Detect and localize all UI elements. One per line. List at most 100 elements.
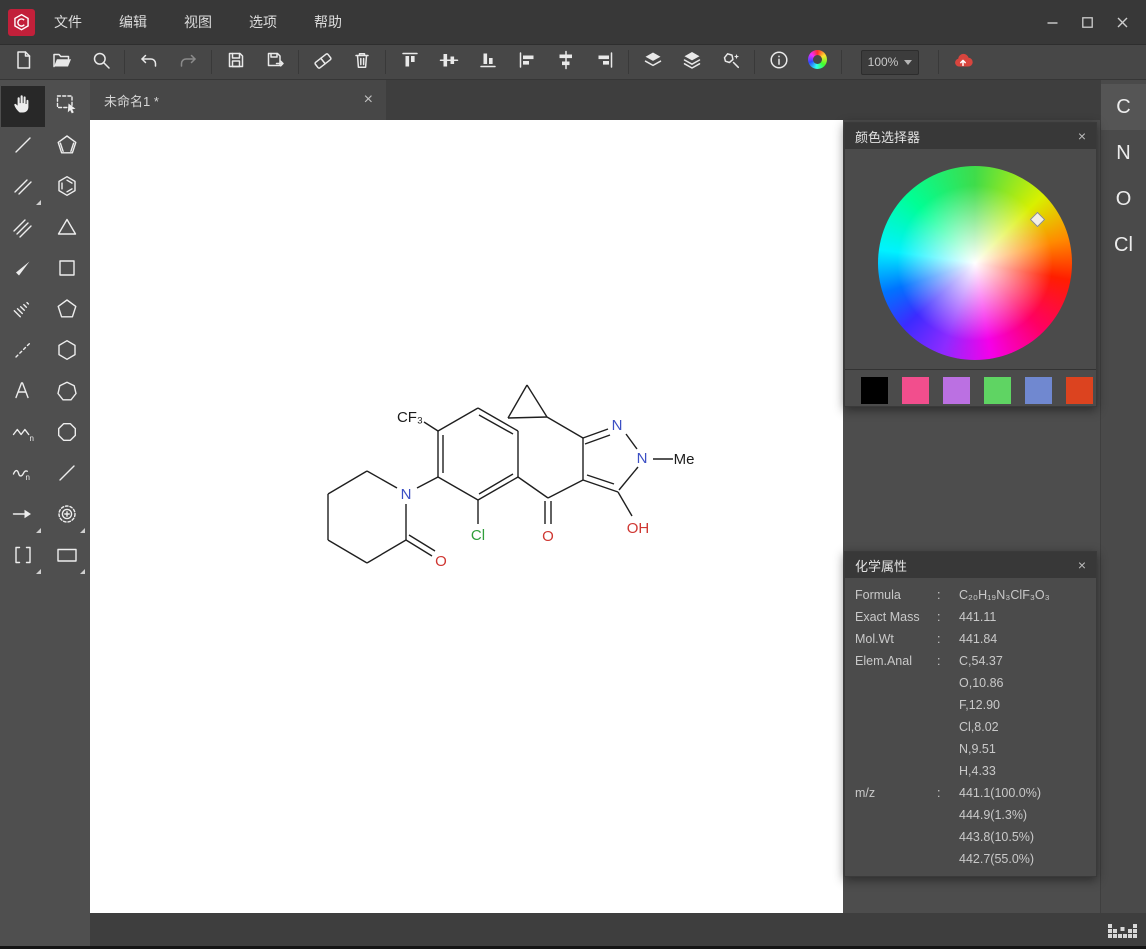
bracket-tool[interactable] (1, 537, 45, 578)
wedge-bond-tool[interactable] (1, 250, 45, 291)
polymer-tool[interactable]: n (1, 455, 45, 496)
bond[interactable] (409, 535, 435, 551)
molecule-structure[interactable]: CF₃NOClONNMeOH (90, 120, 843, 913)
cyclohexane-ring-tool[interactable] (45, 332, 89, 373)
tab-untitled-document[interactable]: 未命名1 * × (90, 80, 386, 120)
element-carbon-button[interactable]: C (1101, 84, 1146, 130)
clean-structure-button[interactable] (711, 47, 750, 77)
bond[interactable] (417, 477, 438, 488)
delete-button[interactable] (342, 47, 381, 77)
bond[interactable] (478, 477, 518, 500)
single-bond-tool[interactable] (1, 127, 45, 168)
chemical-properties-close-icon[interactable]: × (1078, 558, 1086, 572)
atom-label[interactable]: O (435, 553, 447, 570)
save-as-button[interactable] (255, 47, 294, 77)
align-left-button[interactable] (507, 47, 546, 77)
bond[interactable] (424, 422, 438, 431)
bond[interactable] (479, 474, 513, 494)
swatch-blue[interactable] (1025, 377, 1052, 404)
eraser-button[interactable] (303, 47, 342, 77)
tab-close-icon[interactable]: × (364, 92, 373, 108)
chemical-properties-header[interactable]: 化学属性 × (845, 552, 1096, 578)
zoom-level-select[interactable]: 100% (861, 50, 919, 75)
cyclooctane-ring-tool[interactable] (45, 414, 89, 455)
bond[interactable] (367, 540, 406, 563)
align-middle-button[interactable] (429, 47, 468, 77)
zoom-search-button[interactable] (81, 47, 120, 77)
swatch-green[interactable] (984, 377, 1011, 404)
minimize-button[interactable] (1042, 12, 1062, 32)
benzene-ring-tool[interactable] (45, 168, 89, 209)
menu-edit[interactable]: 编辑 (119, 12, 147, 32)
rectangle-tool[interactable] (45, 537, 89, 578)
bond[interactable] (438, 477, 478, 500)
save-button[interactable] (216, 47, 255, 77)
atom-label[interactable]: N (401, 486, 412, 503)
swatch-purple[interactable] (943, 377, 970, 404)
atom-label[interactable]: Cl (471, 527, 485, 544)
align-top-button[interactable] (390, 47, 429, 77)
pan-tool[interactable] (1, 86, 45, 127)
cyclopentadiene-ring-tool[interactable] (45, 127, 89, 168)
select-tool[interactable] (45, 86, 89, 127)
atom-label[interactable]: N (637, 450, 648, 467)
atom-label[interactable]: Me (674, 451, 695, 468)
atom-label[interactable]: OH (627, 520, 650, 537)
align-right-button[interactable] (585, 47, 624, 77)
bond[interactable] (328, 471, 367, 494)
maximize-button[interactable] (1077, 12, 1097, 32)
undo-button[interactable] (129, 47, 168, 77)
align-bottom-button[interactable] (468, 47, 507, 77)
cyclobutane-ring-tool[interactable] (45, 250, 89, 291)
bond[interactable] (626, 434, 637, 449)
menu-file[interactable]: 文件 (54, 12, 82, 32)
color-picker-header[interactable]: 颜色选择器 × (845, 123, 1096, 149)
triple-bond-tool[interactable] (1, 209, 45, 250)
color-wheel[interactable] (878, 166, 1072, 360)
info-button[interactable] (759, 47, 798, 77)
bring-forward-button[interactable] (633, 47, 672, 77)
arrow-tool[interactable] (1, 496, 45, 537)
bond[interactable] (618, 492, 632, 516)
bond[interactable] (438, 408, 478, 431)
cyclopropane-ring-tool[interactable] (45, 209, 89, 250)
bond[interactable] (406, 540, 432, 556)
element-oxygen-button[interactable]: O (1101, 176, 1146, 222)
color-picker-close-icon[interactable]: × (1078, 129, 1086, 143)
cyclopentane-ring-tool[interactable] (45, 291, 89, 332)
element-nitrogen-button[interactable]: N (1101, 130, 1146, 176)
swatch-pink[interactable] (902, 377, 929, 404)
swatch-black[interactable] (861, 377, 888, 404)
atom-label[interactable]: N (612, 417, 623, 434)
align-center-button[interactable] (546, 47, 585, 77)
bond[interactable] (508, 385, 527, 418)
atom-label[interactable]: O (542, 528, 554, 545)
bond[interactable] (527, 385, 547, 417)
new-document-button[interactable] (3, 47, 42, 77)
atom-label[interactable]: CF₃ (397, 409, 423, 426)
text-tool[interactable] (1, 373, 45, 414)
bond[interactable] (547, 417, 583, 438)
cycloheptane-ring-tool[interactable] (45, 373, 89, 414)
dashed-bond-tool[interactable] (1, 332, 45, 373)
cloud-upload-button[interactable] (943, 47, 982, 77)
periodic-table-icon[interactable] (1107, 917, 1139, 947)
bond[interactable] (548, 480, 583, 498)
send-backward-button[interactable] (672, 47, 711, 77)
line-tool[interactable] (45, 455, 89, 496)
bond[interactable] (619, 467, 638, 490)
bond[interactable] (508, 417, 547, 418)
bond[interactable] (518, 477, 548, 498)
bond[interactable] (367, 471, 397, 488)
menu-help[interactable]: 帮助 (314, 12, 342, 32)
element-chlorine-button[interactable]: Cl (1101, 222, 1146, 268)
swatch-red[interactable] (1066, 377, 1093, 404)
bond[interactable] (583, 480, 618, 492)
color-wheel-button[interactable] (798, 47, 837, 77)
menu-view[interactable]: 视图 (184, 12, 212, 32)
menu-options[interactable]: 选项 (249, 12, 277, 32)
charge-tool[interactable] (45, 496, 89, 537)
chain-tool[interactable]: n (1, 414, 45, 455)
close-button[interactable] (1112, 12, 1132, 32)
hash-wedge-bond-tool[interactable] (1, 291, 45, 332)
